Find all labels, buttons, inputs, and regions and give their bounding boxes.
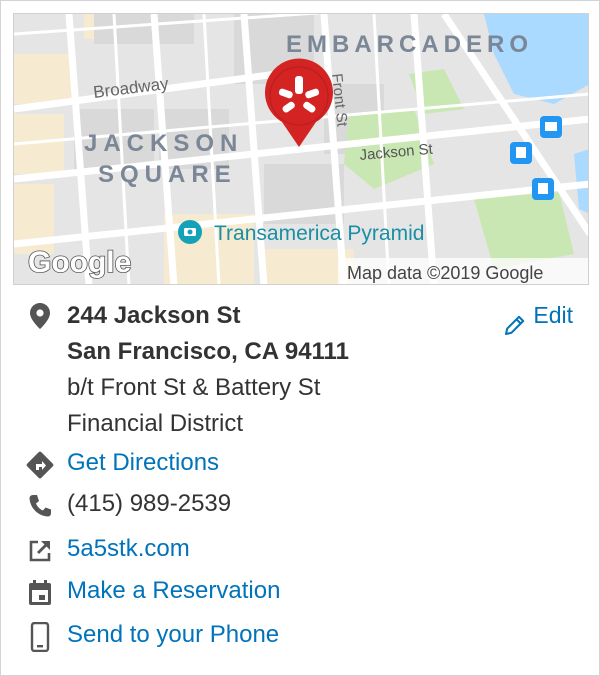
reservation-row[interactable]: Make a Reservation: [1, 576, 599, 608]
map-preview[interactable]: EMBARCADERO JACKSON SQUARE Broadway Fron…: [13, 13, 589, 285]
google-logo: Google: [28, 246, 131, 279]
directions-icon: [25, 450, 55, 480]
send-to-phone-row[interactable]: Send to your Phone: [1, 620, 599, 652]
website-link[interactable]: 5a5stk.com: [67, 534, 190, 564]
phone-number: (415) 989-2539: [67, 490, 232, 517]
external-link-icon: [25, 536, 55, 566]
address-block: 244 Jackson St San Francisco, CA 94111 b…: [1, 301, 599, 451]
get-directions-link[interactable]: Get Directions: [67, 448, 219, 478]
make-reservation-link[interactable]: Make a Reservation: [67, 576, 280, 606]
website-row[interactable]: 5a5stk.com: [1, 534, 599, 566]
address-cross-streets: b/t Front St & Battery St: [67, 374, 321, 401]
business-info-card: EMBARCADERO JACKSON SQUARE Broadway Fron…: [0, 0, 600, 676]
map-pin-icon: [25, 301, 55, 331]
send-to-phone-link[interactable]: Send to your Phone: [67, 620, 279, 650]
map-label-square: SQUARE: [98, 161, 237, 188]
address-district: Financial District: [67, 410, 244, 437]
map-poi-label[interactable]: Transamerica Pyramid: [214, 222, 424, 245]
edit-label: Edit: [533, 302, 573, 328]
map-label-embarcadero: EMBARCADERO: [286, 31, 533, 58]
map-label-jackson: JACKSON: [84, 130, 243, 157]
phone-row: (415) 989-2539: [1, 489, 599, 521]
edit-button[interactable]: Edit: [503, 302, 573, 338]
map-attribution: Map data ©2019 Google: [347, 263, 543, 283]
address-line1: 244 Jackson St: [67, 302, 241, 329]
pencil-icon: [505, 315, 525, 335]
mobile-phone-icon: [25, 622, 55, 652]
map-canvas[interactable]: EMBARCADERO JACKSON SQUARE Broadway Fron…: [14, 14, 589, 285]
directions-row[interactable]: Get Directions: [1, 448, 599, 480]
calendar-icon: [25, 578, 55, 608]
phone-icon: [25, 491, 55, 521]
address-line2: San Francisco, CA 94111: [67, 338, 349, 365]
